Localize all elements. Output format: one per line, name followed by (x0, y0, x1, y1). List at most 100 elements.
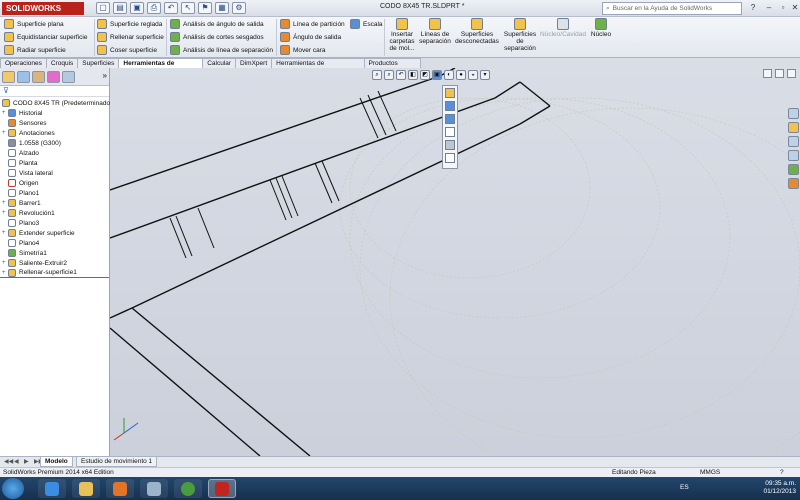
help-search-input[interactable]: ⌕ Buscar en la Ayuda de SolidWorks (602, 2, 742, 15)
parting-lines-button[interactable]: Líneas de separación (418, 18, 452, 45)
core-cavity-button[interactable]: Núcleo/Cavidad (540, 18, 586, 38)
close-viewport-icon[interactable] (787, 69, 796, 78)
tree-item-plano1[interactable]: Plano1 (0, 188, 109, 198)
tab-calcular[interactable]: Calcular (202, 58, 237, 68)
start-button[interactable] (2, 478, 24, 499)
tree-item-saliente-extruir2[interactable]: + Saliente-Extruir2 (0, 258, 109, 268)
undercut-analysis-button[interactable]: Análisis de cortes sesgados (170, 31, 273, 43)
new-document-icon[interactable]: ▢ (96, 2, 110, 14)
tab-herramientas-de-moldes[interactable]: Herramientas de moldes (118, 58, 204, 77)
tree-item-historial[interactable]: + Historial (0, 108, 109, 118)
dimxpert-manager-tab-icon[interactable] (47, 71, 60, 83)
tab-herramientas-de-renderizado[interactable]: Herramientas de renderizado (271, 58, 365, 77)
tree-item-extender-superficie[interactable]: + Extender superficie (0, 228, 109, 238)
tree-item-plano3[interactable]: Plano3 (0, 218, 109, 228)
tree-item-origen[interactable]: Origen (0, 178, 109, 188)
tab-superficies[interactable]: Superficies (77, 58, 120, 68)
zoom-to-fit-icon[interactable]: ⌕ (372, 70, 382, 80)
minimize-viewport-icon[interactable] (775, 69, 784, 78)
file-explorer-icon[interactable] (788, 136, 799, 147)
solidworks-resources-icon[interactable] (788, 108, 799, 119)
draft-analysis-button[interactable]: Análisis de ángulo de salida (170, 18, 273, 30)
expand-panel-icon[interactable]: » (103, 71, 107, 82)
language-indicator[interactable]: ES (680, 484, 689, 491)
tab-productos-office[interactable]: Productos Office (363, 58, 421, 77)
tree-item-vista-lateral[interactable]: Vista lateral (0, 168, 109, 178)
solidworks-logo[interactable]: SOLIDWORKS (2, 2, 84, 15)
knit-surface-button[interactable]: Coser superficie (97, 44, 164, 56)
view-orientation-icon[interactable]: ◩ (420, 70, 430, 80)
split-line-button[interactable]: Línea de partición (280, 18, 345, 30)
planar-surface-button[interactable]: Superficie plana (4, 18, 87, 30)
draft-button[interactable]: Ángulo de salida (280, 31, 345, 43)
close-button[interactable]: ✕ (788, 2, 800, 14)
parting-surfaces-button[interactable]: Superficies de separación (502, 18, 538, 52)
tree-item-rellenar-superficie1[interactable]: + Rellenar-superficie1 (0, 268, 109, 278)
graphics-area[interactable]: ⌕ ⌕ ↶ ◧ ◩ ▣ ◐ ● ◒ ▾ (110, 68, 800, 456)
display-manager-tab-icon[interactable] (62, 71, 75, 83)
view-settings-icon[interactable]: ▾ (480, 70, 490, 80)
undo-icon[interactable]: ↶ (164, 2, 178, 14)
ruled-surface-button[interactable]: Superficie reglada (97, 18, 164, 30)
rebuild-icon[interactable]: ⚑ (198, 2, 212, 14)
core-button[interactable]: Núcleo (588, 18, 614, 38)
shadows-icon[interactable] (445, 153, 455, 163)
previous-view-icon[interactable]: ↶ (396, 70, 406, 80)
design-library-icon[interactable] (788, 122, 799, 133)
insert-mold-folders-button[interactable]: Insertar carpetas de mol... (388, 18, 416, 52)
chrome-taskbar-button[interactable] (174, 479, 202, 498)
tree-item-barrer1[interactable]: + Barrer1 (0, 198, 109, 208)
tree-item-plano4[interactable]: Plano4 (0, 238, 109, 248)
scale-button[interactable]: Escala (350, 18, 383, 30)
property-manager-tab-icon[interactable] (17, 71, 30, 83)
help-status-icon[interactable]: ? (780, 469, 784, 476)
wireframe-icon[interactable] (445, 140, 455, 150)
tab-croquis[interactable]: Croquis (45, 58, 79, 68)
hidden-lines-visible-icon[interactable] (445, 127, 455, 137)
first-tab-icon[interactable]: ◀◀ (4, 458, 13, 466)
custom-properties-icon[interactable] (788, 178, 799, 189)
parting-line-analysis-button[interactable]: Análisis de línea de separación (170, 44, 273, 56)
shaded-icon[interactable] (445, 101, 455, 111)
section-view-icon[interactable]: ◧ (408, 70, 418, 80)
shaded-with-edges-icon[interactable] (445, 88, 455, 98)
units-label[interactable]: MMGS (700, 469, 720, 476)
tree-item-simetria1[interactable]: Simetría1 (0, 248, 109, 258)
print-icon[interactable]: ⎙ (147, 2, 161, 14)
file-properties-icon[interactable]: ▦ (215, 2, 229, 14)
system-clock[interactable]: 09:35 a.m. 01/12/2013 (763, 480, 796, 496)
tab-estudio-movimiento[interactable]: Estudio de movimiento 1 (76, 457, 158, 467)
file-explorer-taskbar-button[interactable] (72, 479, 100, 498)
configuration-manager-tab-icon[interactable] (32, 71, 45, 83)
prev-tab-icon[interactable]: ◀ (14, 458, 22, 466)
filter-icon[interactable]: ⊽ (0, 86, 109, 97)
tree-item-alzado[interactable]: Alzado (0, 148, 109, 158)
next-tab-icon[interactable]: ▶ (24, 458, 32, 466)
hide-show-items-icon[interactable]: ◐ (444, 70, 454, 80)
radiate-surface-button[interactable]: Radiar superficie (4, 44, 87, 56)
help-icon[interactable]: ? (746, 2, 760, 14)
tree-item-anotaciones[interactable]: + Anotaciones (0, 128, 109, 138)
tree-root[interactable]: CODO 8X45 TR (Predeterminado< (0, 98, 114, 108)
display-style-icon[interactable]: ▣ (432, 70, 442, 80)
hidden-lines-removed-icon[interactable] (445, 114, 455, 124)
open-icon[interactable]: ▤ (113, 2, 127, 14)
tab-operaciones[interactable]: Operaciones (0, 58, 47, 68)
select-icon[interactable]: ↖ (181, 2, 195, 14)
minimize-button[interactable]: – (762, 2, 776, 14)
tab-modelo[interactable]: Modelo (40, 457, 73, 467)
zoom-area-icon[interactable]: ⌕ (384, 70, 394, 80)
media-player-taskbar-button[interactable] (106, 479, 134, 498)
tab-dimxpert[interactable]: DimXpert (235, 58, 273, 68)
tree-item-planta[interactable]: Planta (0, 158, 109, 168)
fill-surface-button[interactable]: Rellenar superficie (97, 31, 164, 43)
feature-manager-tab-icon[interactable] (2, 71, 15, 83)
shut-off-surfaces-button[interactable]: Superficies desconectadas (455, 18, 499, 45)
options-icon[interactable]: ⚙ (232, 2, 246, 14)
tree-item-sensores[interactable]: Sensores (0, 118, 109, 128)
restore-viewport-icon[interactable] (763, 69, 772, 78)
appearance-icon[interactable]: ● (456, 70, 466, 80)
appearances-icon[interactable] (788, 164, 799, 175)
tree-item-material[interactable]: 1.0558 (G300) (0, 138, 109, 148)
offset-surface-button[interactable]: Equidistanciar superficie (4, 31, 87, 43)
